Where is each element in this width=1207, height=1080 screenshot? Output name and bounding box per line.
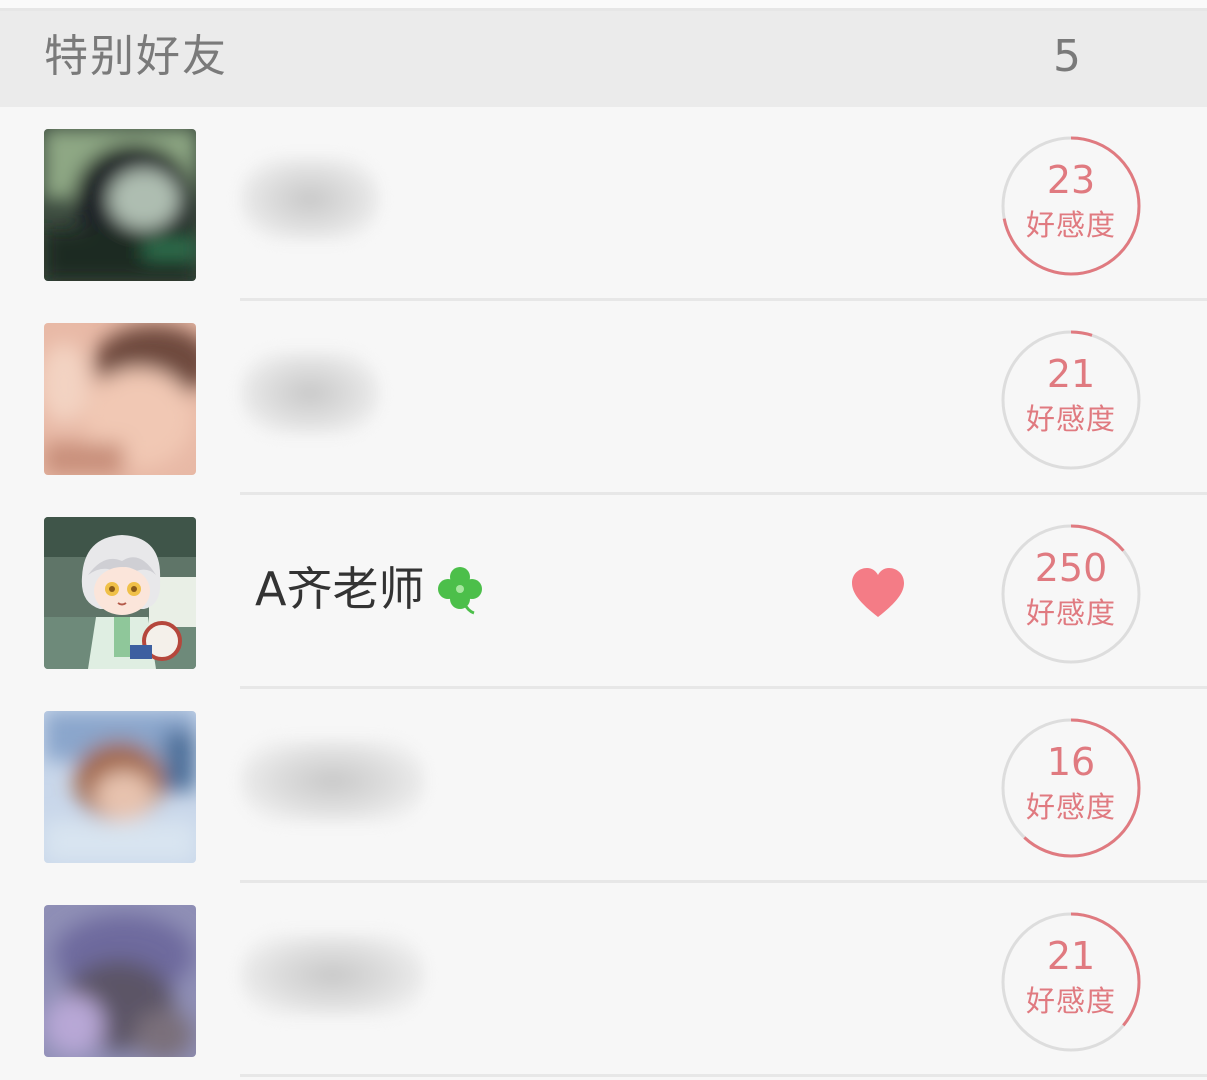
affinity-value: 16 xyxy=(1046,740,1096,784)
affinity-label: 好感度 xyxy=(1025,208,1116,242)
avatar[interactable] xyxy=(44,129,196,281)
friend-row[interactable]: 16 好感度 xyxy=(0,689,1207,883)
affinity-label: 好感度 xyxy=(1025,790,1116,824)
friend-row[interactable]: 23 好感度 xyxy=(0,107,1207,301)
clover-icon xyxy=(438,567,483,615)
name-redacted xyxy=(240,933,425,1017)
friend-name[interactable]: A齐老师 xyxy=(255,557,486,621)
affinity-value: 250 xyxy=(1034,546,1108,590)
affinity-label: 好感度 xyxy=(1025,402,1116,436)
affinity-value: 21 xyxy=(1046,934,1096,978)
affinity-badge: 21 好感度 xyxy=(1000,329,1142,471)
affinity-badge: 16 好感度 xyxy=(1000,717,1142,859)
affinity-label: 好感度 xyxy=(1025,596,1116,630)
affinity-badge: 23 好感度 xyxy=(1000,135,1142,277)
avatar[interactable] xyxy=(44,711,196,863)
heart-icon[interactable] xyxy=(850,567,906,619)
affinity-badge: 21 好感度 xyxy=(1000,911,1142,1053)
avatar[interactable] xyxy=(44,323,196,475)
section-count: 5 xyxy=(1053,31,1081,82)
name-redacted xyxy=(240,351,380,435)
affinity-badge: 250 好感度 xyxy=(1000,523,1142,665)
affinity-value: 23 xyxy=(1046,158,1096,202)
friend-row[interactable]: A齐老师 250 好感度 xyxy=(0,495,1207,689)
friend-name-text: A齐老师 xyxy=(255,562,425,616)
row-divider xyxy=(240,1074,1207,1077)
top-edge-strip xyxy=(0,0,1207,11)
special-friends-header[interactable]: 特别好友 5 xyxy=(0,11,1207,107)
friend-row[interactable]: 21 好感度 xyxy=(0,301,1207,495)
friend-row[interactable]: 21 好感度 xyxy=(0,883,1207,1077)
avatar[interactable] xyxy=(44,905,196,1057)
section-title: 特别好友 xyxy=(44,31,228,82)
avatar[interactable] xyxy=(44,517,196,669)
friend-list: 23 好感度 21 好感度 A齐老师 250 好感度 16 好感度 21 好感度 xyxy=(0,107,1207,1080)
affinity-value: 21 xyxy=(1046,352,1096,396)
name-redacted xyxy=(240,157,380,241)
affinity-label: 好感度 xyxy=(1025,984,1116,1018)
name-redacted xyxy=(240,739,425,823)
